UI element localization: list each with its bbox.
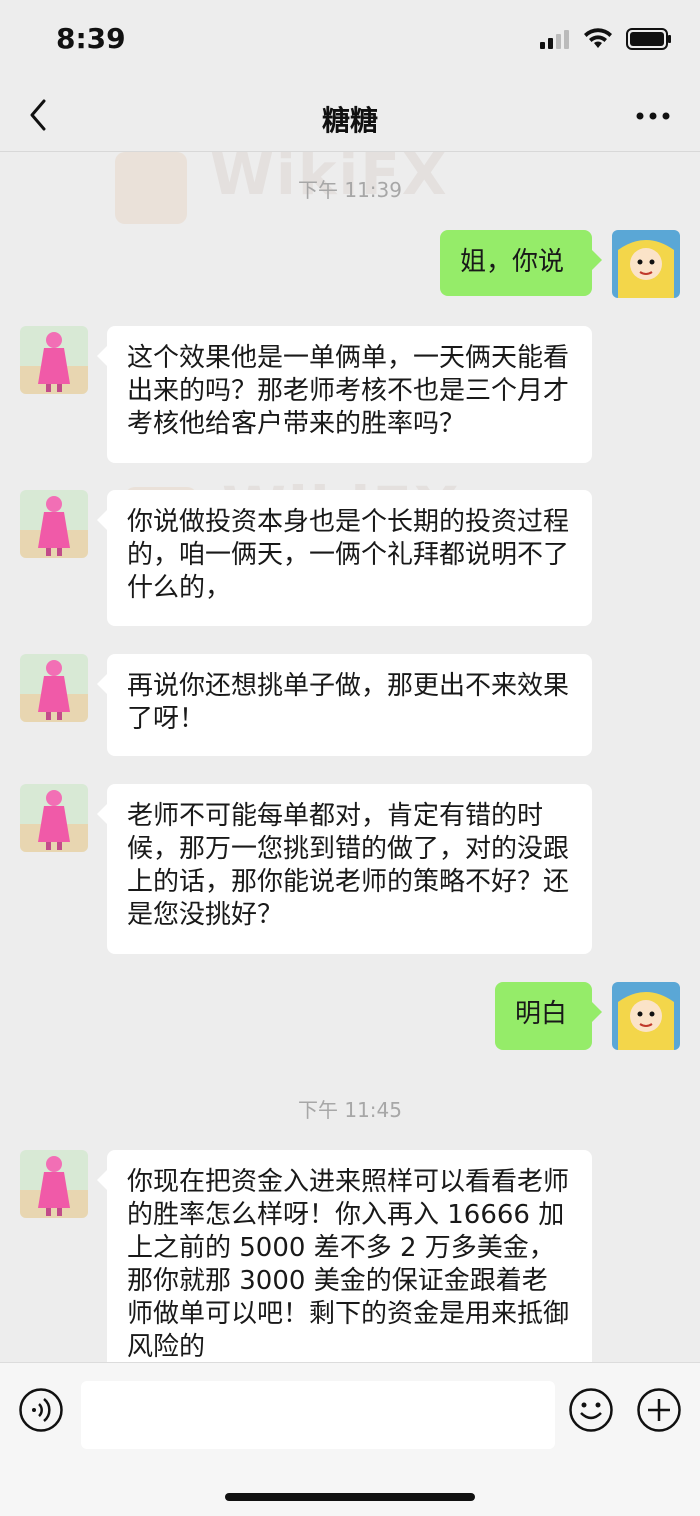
plus-icon[interactable] — [636, 1387, 682, 1433]
more-dots-icon[interactable] — [636, 101, 670, 131]
battery-icon — [626, 28, 671, 50]
status-time: 8:39 — [56, 22, 126, 55]
message-bubble-outgoing[interactable]: 明白 — [495, 982, 602, 1050]
voice-icon[interactable] — [18, 1387, 64, 1433]
avatar-self[interactable] — [612, 982, 680, 1050]
avatar-contact[interactable] — [20, 326, 88, 394]
message-text: 明白 — [515, 999, 568, 1029]
avatar-self[interactable] — [612, 230, 680, 298]
chat-title: 糖糖 — [321, 104, 378, 137]
message-bubble-incoming[interactable]: 老师不可能每单都对，肯定有错的时候，那万一您挑到错的做了，对的没跟上的话，那你能… — [97, 784, 592, 954]
message-bubble-incoming[interactable]: 你现在把资金入进来照样可以看看老师的胜率怎么样呀！你入再入 16666 加上之前… — [97, 1150, 592, 1362]
message-bubble-outgoing[interactable]: 姐，你说 — [440, 230, 602, 296]
status-icons — [540, 28, 672, 50]
nav-bar: 糖糖 — [0, 85, 700, 152]
message-text: 你说做投资本身也是个长期的投资过程的，咱一俩天，一俩个礼拜都说明不了什么的， — [127, 507, 570, 603]
message-bubble-incoming[interactable]: 这个效果他是一单俩单，一天俩天能看出来的吗？那老师考核不也是三个月才考核他给客户… — [97, 326, 592, 463]
input-bar — [0, 1362, 700, 1516]
message-input[interactable] — [81, 1381, 555, 1449]
chat-history[interactable]: WikiFX WikiFX 下午 11:39 姐，你说 这个效果他是一单俩单，一… — [0, 152, 700, 1362]
message-text: 老师不可能每单都对，肯定有错的时候，那万一您挑到错的做了，对的没跟上的话，那你能… — [127, 801, 570, 930]
avatar-contact[interactable] — [20, 490, 88, 558]
timestamp: 下午 11:39 — [298, 178, 402, 202]
message-text: 再说你还想挑单子做，那更出不来效果了呀！ — [127, 671, 570, 734]
message-text: 这个效果他是一单俩单，一天俩天能看出来的吗？那老师考核不也是三个月才考核他给客户… — [127, 343, 570, 439]
avatar-contact[interactable] — [20, 654, 88, 722]
avatar-contact[interactable] — [20, 784, 88, 852]
status-bar: 8:39 — [0, 0, 700, 85]
message-bubble-incoming[interactable]: 再说你还想挑单子做，那更出不来效果了呀！ — [97, 654, 592, 756]
message-bubble-incoming[interactable]: 你说做投资本身也是个长期的投资过程的，咱一俩天，一俩个礼拜都说明不了什么的， — [97, 490, 592, 626]
avatar-contact[interactable] — [20, 1150, 88, 1218]
emoji-icon[interactable] — [568, 1387, 614, 1433]
timestamp: 下午 11:45 — [298, 1098, 402, 1122]
home-indicator[interactable] — [225, 1493, 475, 1501]
wifi-icon — [584, 28, 612, 48]
message-text: 姐，你说 — [460, 247, 565, 277]
signal-icon — [540, 30, 569, 49]
message-text: 你现在把资金入进来照样可以看看老师的胜率怎么样呀！你入再入 16666 加上之前… — [127, 1167, 570, 1362]
